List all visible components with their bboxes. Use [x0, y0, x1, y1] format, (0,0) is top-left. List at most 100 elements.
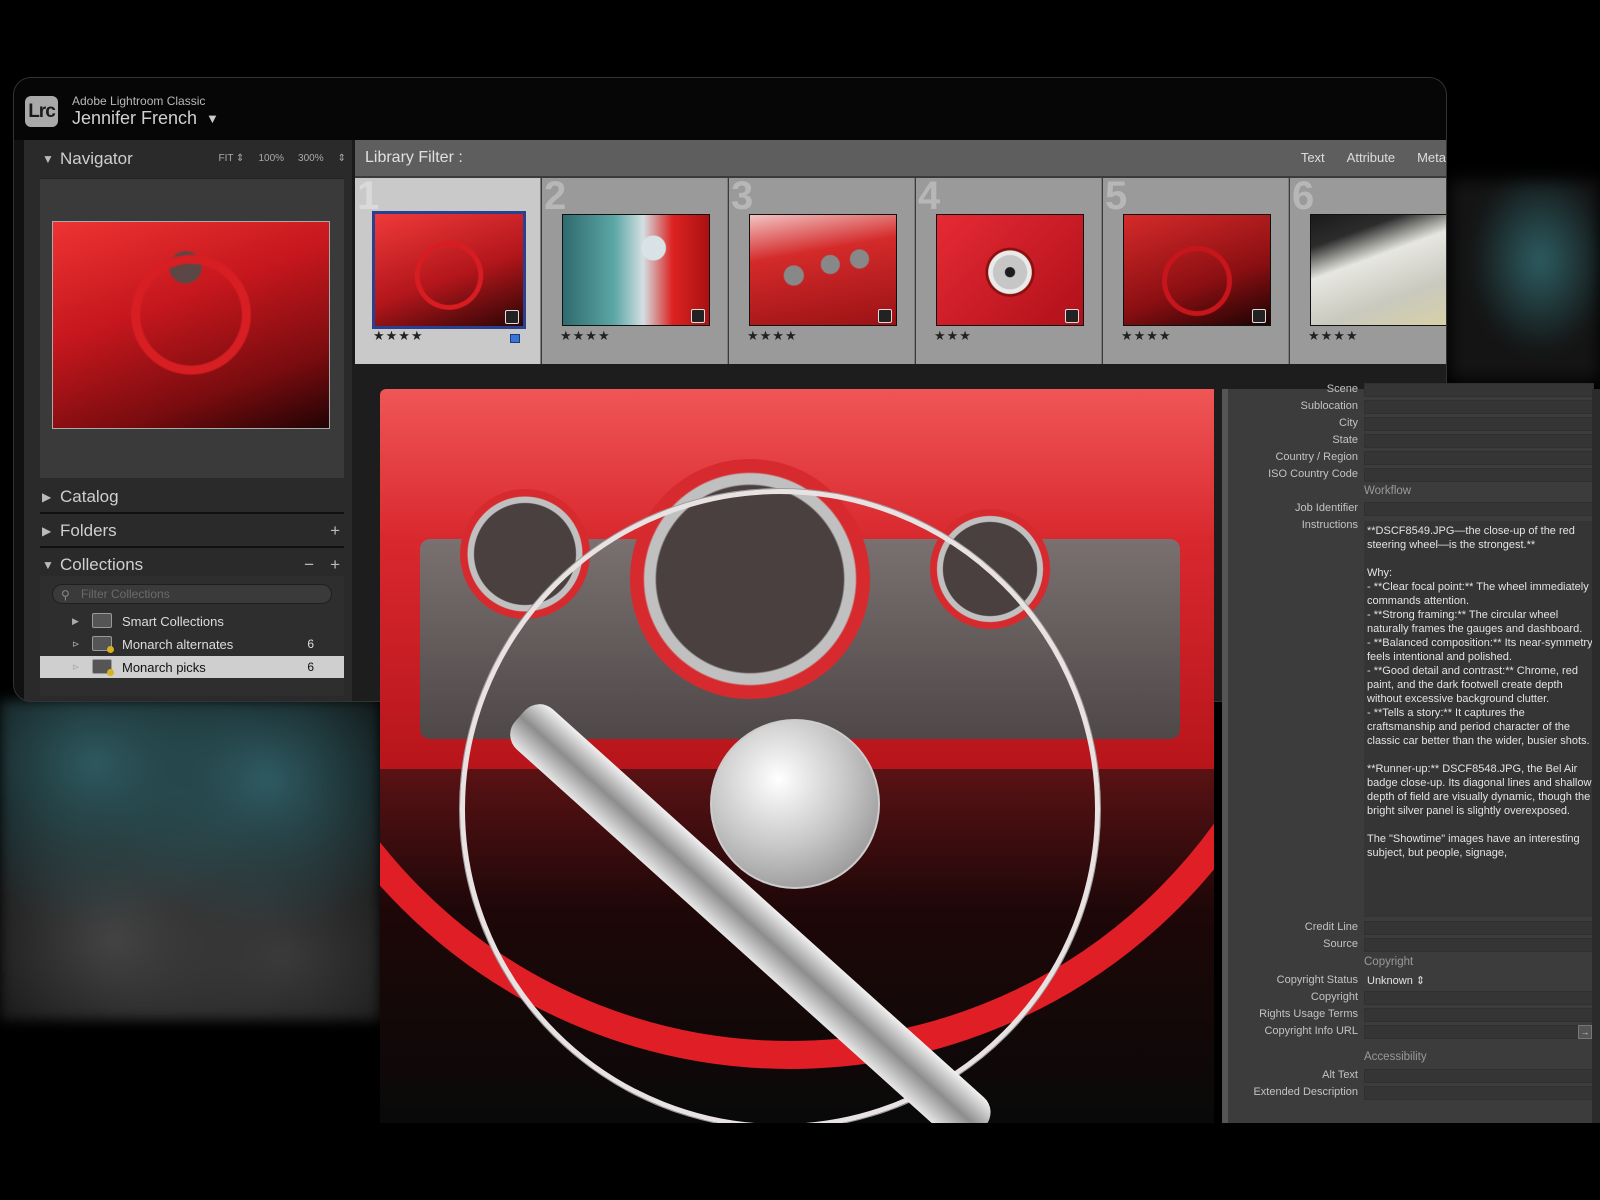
collection-icon	[92, 659, 114, 676]
collections-title: Collections	[60, 555, 144, 574]
filter-tab-attribute[interactable]: Attribute	[1347, 150, 1395, 165]
triangle-right-icon: ▶	[42, 524, 52, 538]
meta-label: Copyright Info URL	[1264, 1025, 1358, 1037]
star-rating[interactable]: ★★★★	[747, 328, 798, 344]
meta-label: Sublocation	[1300, 400, 1359, 412]
credit-line-field[interactable]	[1364, 921, 1594, 935]
rights-usage-field[interactable]	[1364, 1008, 1594, 1022]
meta-label: Rights Usage Terms	[1259, 1008, 1358, 1020]
collections-filter-input[interactable]: ⚲ Filter Collections	[52, 584, 332, 604]
thumbnail[interactable]	[749, 214, 897, 326]
collection-item-smart[interactable]: ▶ Smart Collections	[40, 610, 344, 632]
star-rating[interactable]: ★★★★	[1308, 328, 1359, 344]
meta-label: Job Identifier	[1295, 502, 1358, 514]
chevron-down-icon[interactable]: ▼	[206, 111, 219, 126]
thumbnail[interactable]	[372, 211, 526, 329]
instructions-field[interactable]: **DSCF8549.JPG—the close-up of the red s…	[1364, 521, 1598, 917]
navigator-header[interactable]: ▼ Navigator FIT ⇕ 100% 300% ⇕	[42, 143, 346, 175]
grid-cell-2[interactable]: 2 ★★★★	[542, 174, 728, 364]
star-rating[interactable]: ★★★	[934, 328, 972, 344]
meta-label: Extended Description	[1253, 1086, 1358, 1098]
triangle-right-icon[interactable]: ▶	[72, 616, 79, 627]
open-url-icon[interactable]: →	[1578, 1025, 1592, 1039]
meta-label: State	[1332, 434, 1358, 446]
meta-row-rights: Rights Usage Terms	[1228, 1008, 1598, 1024]
copyright-url-field[interactable]	[1364, 1025, 1594, 1039]
scene-field[interactable]	[1364, 383, 1594, 397]
navigator-title: Navigator	[60, 149, 133, 168]
meta-row-iso: ISO Country Code	[1228, 468, 1598, 484]
app-name: Adobe Lightroom Classic	[72, 94, 206, 108]
grid-cell-3[interactable]: 3 ★★★★	[729, 174, 915, 364]
copyright-field[interactable]	[1364, 991, 1594, 1005]
meta-row-extended: Extended Description	[1228, 1086, 1598, 1102]
left-panel: ▼ Navigator FIT ⇕ 100% 300% ⇕ ▶ Catalog …	[14, 140, 352, 701]
catalog-header[interactable]: ▶ Catalog	[42, 481, 346, 513]
job-identifier-field[interactable]	[1364, 502, 1594, 516]
edit-badge-icon	[1252, 309, 1266, 323]
source-field[interactable]	[1364, 938, 1594, 952]
thumbnail[interactable]	[562, 214, 710, 326]
collection-item-alternates[interactable]: ⊳ Monarch alternates 6	[40, 633, 344, 655]
zoom-100-option[interactable]: 100%	[258, 153, 284, 164]
folders-title: Folders	[60, 521, 117, 540]
collection-count: 6	[307, 660, 314, 674]
meta-row-country: Country / Region	[1228, 451, 1598, 467]
grid-cell-1[interactable]: 1 ★★★★	[355, 174, 541, 364]
metadata-scrollbar[interactable]	[1592, 389, 1600, 1123]
meta-label: Instructions	[1301, 519, 1358, 531]
iso-country-field[interactable]	[1364, 468, 1594, 482]
zoom-stepper-icon[interactable]: ⇕	[338, 153, 346, 164]
alt-text-field[interactable]	[1364, 1069, 1594, 1083]
left-panel-edge	[14, 140, 24, 701]
collection-item-picks[interactable]: ⊳ Monarch picks 6	[40, 656, 344, 678]
identity-plate[interactable]: Jennifer French	[72, 108, 197, 129]
grid-cell-5[interactable]: 5 ★★★★	[1103, 174, 1289, 364]
edit-badge-icon	[1065, 309, 1079, 323]
filter-tab-text[interactable]: Text	[1301, 150, 1325, 165]
collection-icon	[92, 636, 114, 653]
catalog-title: Catalog	[60, 487, 119, 506]
copyright-status-select[interactable]: Unknown ⇕	[1367, 974, 1425, 987]
star-rating[interactable]: ★★★★	[1121, 328, 1172, 344]
edit-badge-icon	[878, 309, 892, 323]
thumbnail[interactable]	[1123, 214, 1271, 326]
grid-cell-6[interactable]: 6 ★★★★	[1290, 174, 1446, 364]
divider	[40, 546, 344, 548]
loupe-photo[interactable]	[380, 389, 1214, 1123]
extended-description-field[interactable]	[1364, 1086, 1594, 1100]
meta-row-sublocation: Sublocation	[1228, 400, 1598, 416]
thumbnail[interactable]	[936, 214, 1084, 326]
meta-section-workflow: Workflow	[1228, 485, 1598, 501]
star-rating[interactable]: ★★★★	[560, 328, 611, 344]
filter-tab-metadata[interactable]: Meta	[1417, 150, 1446, 165]
grid-cell-4[interactable]: 4 ★★★	[916, 174, 1102, 364]
navigator-image[interactable]	[52, 221, 330, 429]
star-rating[interactable]: ★★★★	[373, 328, 424, 344]
meta-label: Copyright	[1310, 991, 1358, 1003]
meta-label: Alt Text	[1322, 1069, 1358, 1081]
meta-row-job: Job Identifier	[1228, 502, 1598, 518]
triangle-down-icon: ▼	[42, 558, 54, 572]
meta-row-copyright-status: Copyright Status Unknown ⇕	[1228, 974, 1598, 990]
thumbnail[interactable]	[1310, 214, 1446, 326]
meta-row-source: Source	[1228, 938, 1598, 954]
add-collection-icon[interactable]: +	[330, 555, 340, 575]
state-field[interactable]	[1364, 434, 1594, 448]
country-field[interactable]	[1364, 451, 1594, 465]
meta-label: Credit Line	[1304, 921, 1358, 933]
zoom-300-option[interactable]: 300%	[298, 153, 324, 164]
add-folder-icon[interactable]: +	[330, 521, 340, 541]
background-blur-right	[1450, 180, 1600, 380]
collection-arrow-icon: ⊳	[72, 661, 80, 672]
zoom-fit-option[interactable]: FIT ⇕	[218, 153, 244, 164]
city-field[interactable]	[1364, 417, 1594, 431]
cell-index: 5	[1105, 174, 1128, 218]
remove-collection-icon[interactable]: −	[304, 555, 314, 575]
triangle-right-icon: ▶	[42, 490, 52, 504]
folders-header[interactable]: ▶ Folders +	[42, 515, 346, 547]
sublocation-field[interactable]	[1364, 400, 1594, 414]
cell-index: 2	[544, 174, 567, 218]
meta-section-copyright: Copyright	[1228, 956, 1598, 972]
meta-section-accessibility: Accessibility	[1228, 1051, 1598, 1067]
